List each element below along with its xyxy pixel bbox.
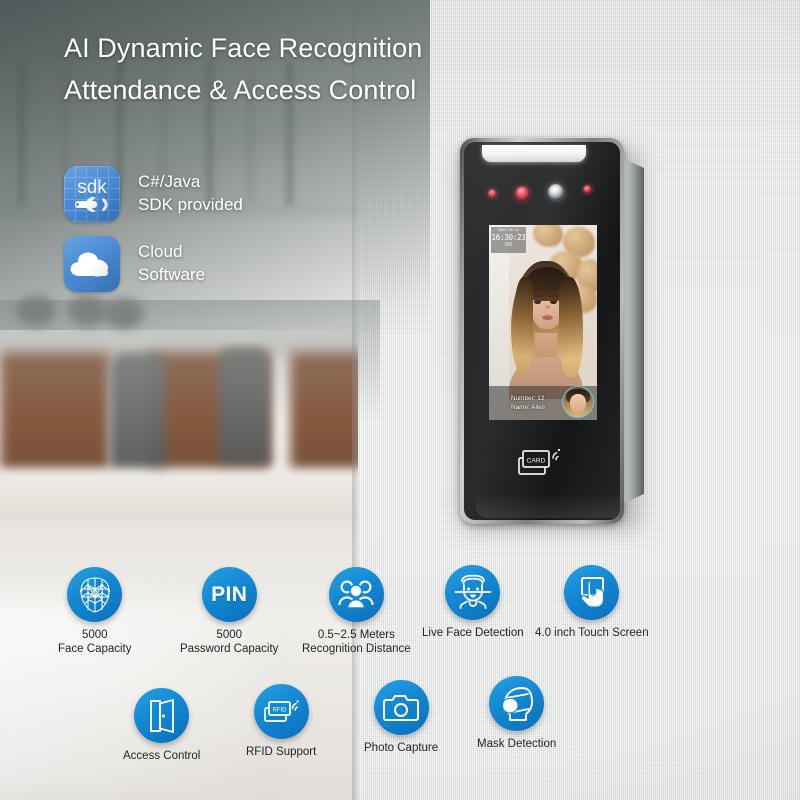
feature-password-capacity: PIN 5000 Password Capacity	[180, 567, 278, 656]
door-icon	[134, 688, 190, 743]
pin-icon: PIN	[201, 567, 257, 622]
badge-sdk-text: C#/Java SDK provided	[138, 171, 243, 217]
feature-face-capacity: 5000 Face Capacity	[58, 567, 132, 656]
device-front-panel: 2022-09-21 16:30:23 FRI Number: 12 Name:…	[464, 142, 620, 520]
face-mesh-icon	[67, 567, 123, 622]
badge-sdk: sdk C#/Java SDK provided	[64, 166, 243, 222]
badge-cloud-text: Cloud Software	[138, 241, 205, 287]
feature-label: Access Control	[123, 750, 201, 762]
live-face-icon	[445, 565, 501, 620]
camera-icon	[373, 680, 429, 735]
rfid-glyph: RFID	[273, 707, 288, 713]
feature-photo-capture: Photo Capture	[364, 680, 438, 755]
feature-label: 4.0 inch Touch Screen	[535, 627, 649, 639]
product-banner: AI Dynamic Face Recognition Attendance &…	[0, 0, 800, 800]
face-recognition-terminal: 2022-09-21 16:30:23 FRI Number: 12 Name:…	[452, 136, 652, 536]
feature-touch-screen: 4.0 inch Touch Screen	[535, 565, 649, 640]
rfid-icon: RFID	[253, 684, 309, 739]
mask-face-icon	[489, 676, 545, 731]
feature-label: RFID Support	[246, 746, 317, 758]
feature-label: 5000 Face Capacity	[58, 629, 132, 655]
feature-rfid-support: RFID RFID Support	[246, 684, 316, 759]
headline-line-1: AI Dynamic Face Recognition	[64, 33, 423, 63]
feature-label: 0.5~2.5 Meters Recognition Distance	[302, 629, 411, 655]
touch-screen-icon	[564, 565, 620, 620]
feature-label: 5000 Password Capacity	[180, 629, 279, 655]
feature-access-control: Access Control	[123, 688, 200, 763]
badge-cloud: Cloud Software	[64, 236, 243, 292]
page-title: AI Dynamic Face Recognition Attendance &…	[64, 28, 604, 112]
sdk-wrench-icon: sdk	[64, 166, 120, 222]
feature-label: Photo Capture	[364, 742, 439, 754]
badge-cloud-line2: Software	[138, 265, 206, 284]
badge-sdk-line1: C#/Java	[138, 172, 201, 192]
feature-mask-detection: Mask Detection	[477, 676, 556, 751]
headline-line-2: Attendance & Access Control	[64, 74, 417, 105]
pin-glyph: PIN	[211, 582, 248, 606]
people-icon	[328, 567, 384, 622]
software-badge-list: sdk C#/Java SDK provided	[64, 166, 243, 306]
feature-label: Mask Detection	[477, 738, 557, 750]
feature-label: Live Face Detection	[422, 627, 524, 639]
badge-cloud-line1: Cloud	[138, 242, 183, 262]
badge-sdk-line2: SDK provided	[138, 195, 243, 214]
cloud-icon	[64, 236, 120, 292]
feature-live-face-detection: Live Face Detection	[422, 565, 524, 640]
feature-recognition-distance: 0.5~2.5 Meters Recognition Distance	[302, 567, 411, 656]
